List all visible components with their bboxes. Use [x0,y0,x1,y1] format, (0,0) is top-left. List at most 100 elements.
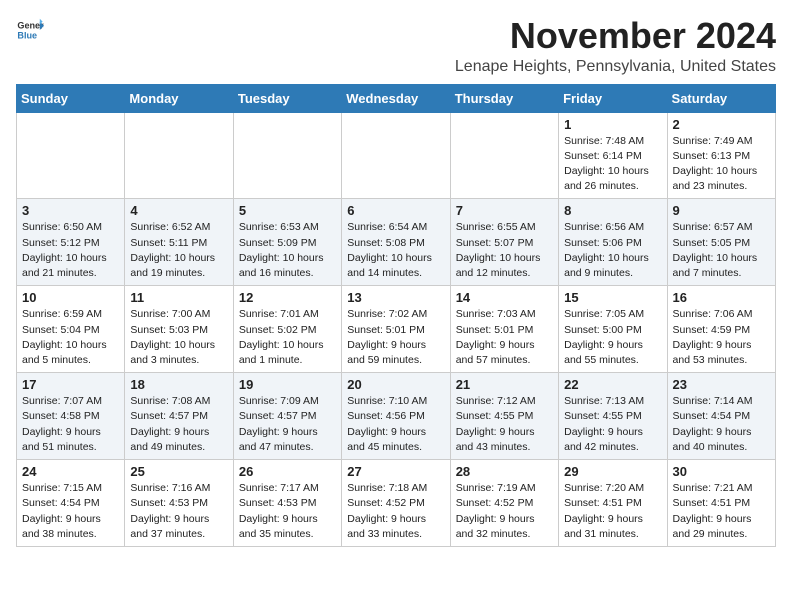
calendar-cell: 10 Sunrise: 6:59 AM Sunset: 5:04 PM Dayli… [17,286,125,373]
day-info: Sunrise: 7:16 AM Sunset: 4:53 PM Dayligh… [130,481,227,542]
day-info: Sunrise: 6:54 AM Sunset: 5:08 PM Dayligh… [347,220,444,281]
week-row-4: 24Sunrise: 7:15 AM Sunset: 4:54 PM Dayli… [17,460,776,547]
day-info: Sunrise: 6:56 AM Sunset: 5:06 PM Dayligh… [564,220,661,281]
day-number: 26 [239,464,336,479]
day-number: 20 [347,377,444,392]
calendar-cell: 18 Sunrise: 7:08 AM Sunset: 4:57 PM Dayli… [125,373,233,460]
header-day-wednesday: Wednesday [342,84,450,112]
calendar-cell: 19 Sunrise: 7:09 AM Sunset: 4:57 PM Dayli… [233,373,341,460]
calendar-title: November 2024 [455,16,776,56]
calendar-cell: 5Sunrise: 6:53 AM Sunset: 5:09 PM Daylig… [233,199,341,286]
day-number: 28 [456,464,553,479]
day-info: Sunrise: 7:06 AM Sunset: 4:59 PM Dayligh… [673,307,770,368]
day-number: 27 [347,464,444,479]
calendar-cell: 6 Sunrise: 6:54 AM Sunset: 5:08 PM Daylig… [342,199,450,286]
day-info: Sunrise: 6:57 AM Sunset: 5:05 PM Dayligh… [673,220,770,281]
calendar-cell: 14Sunrise: 7:03 AM Sunset: 5:01 PM Dayli… [450,286,558,373]
day-number: 17 [22,377,119,392]
header-day-monday: Monday [125,84,233,112]
logo: General Blue [16,16,44,44]
day-number: 6 [347,203,444,218]
calendar-cell [17,112,125,199]
calendar-cell: 26 Sunrise: 7:17 AM Sunset: 4:53 PM Dayli… [233,460,341,547]
calendar-cell: 8 Sunrise: 6:56 AM Sunset: 5:06 PM Daylig… [559,199,667,286]
header-day-sunday: Sunday [17,84,125,112]
calendar-cell: 22 Sunrise: 7:13 AM Sunset: 4:55 PM Dayli… [559,373,667,460]
day-info: Sunrise: 7:05 AM Sunset: 5:00 PM Dayligh… [564,307,661,368]
day-number: 10 [22,290,119,305]
week-row-2: 10 Sunrise: 6:59 AM Sunset: 5:04 PM Dayli… [17,286,776,373]
header-day-thursday: Thursday [450,84,558,112]
day-info: Sunrise: 6:52 AM Sunset: 5:11 PM Dayligh… [130,220,227,281]
calendar-cell: 23 Sunrise: 7:14 AM Sunset: 4:54 PM Dayli… [667,373,775,460]
header-day-saturday: Saturday [667,84,775,112]
header: General Blue November 2024 Lenape Height… [16,16,776,76]
day-number: 8 [564,203,661,218]
day-info: Sunrise: 7:17 AM Sunset: 4:53 PM Dayligh… [239,481,336,542]
day-info: Sunrise: 7:08 AM Sunset: 4:57 PM Dayligh… [130,394,227,455]
day-info: Sunrise: 7:15 AM Sunset: 4:54 PM Dayligh… [22,481,119,542]
calendar-cell [450,112,558,199]
day-info: Sunrise: 7:49 AM Sunset: 6:13 PM Dayligh… [673,134,770,195]
day-number: 19 [239,377,336,392]
day-number: 13 [347,290,444,305]
calendar-cell: 29Sunrise: 7:20 AM Sunset: 4:51 PM Dayli… [559,460,667,547]
title-section: November 2024 Lenape Heights, Pennsylvan… [455,16,776,76]
week-row-1: 3Sunrise: 6:50 AM Sunset: 5:12 PM Daylig… [17,199,776,286]
calendar-cell [125,112,233,199]
calendar-header-row: SundayMondayTuesdayWednesdayThursdayFrid… [17,84,776,112]
calendar-cell: 3Sunrise: 6:50 AM Sunset: 5:12 PM Daylig… [17,199,125,286]
day-number: 7 [456,203,553,218]
calendar-cell: 7 Sunrise: 6:55 AM Sunset: 5:07 PM Daylig… [450,199,558,286]
day-number: 12 [239,290,336,305]
calendar-cell: 17 Sunrise: 7:07 AM Sunset: 4:58 PM Dayli… [17,373,125,460]
calendar-cell: 28 Sunrise: 7:19 AM Sunset: 4:52 PM Dayli… [450,460,558,547]
week-row-0: 1Sunrise: 7:48 AM Sunset: 6:14 PM Daylig… [17,112,776,199]
week-row-3: 17 Sunrise: 7:07 AM Sunset: 4:58 PM Dayli… [17,373,776,460]
calendar-cell: 12Sunrise: 7:01 AM Sunset: 5:02 PM Dayli… [233,286,341,373]
calendar-cell [342,112,450,199]
day-number: 3 [22,203,119,218]
calendar-cell: 20 Sunrise: 7:10 AM Sunset: 4:56 PM Dayli… [342,373,450,460]
day-number: 1 [564,117,661,132]
day-info: Sunrise: 7:14 AM Sunset: 4:54 PM Dayligh… [673,394,770,455]
header-day-tuesday: Tuesday [233,84,341,112]
day-number: 2 [673,117,770,132]
day-number: 22 [564,377,661,392]
day-info: Sunrise: 7:21 AM Sunset: 4:51 PM Dayligh… [673,481,770,542]
calendar-cell: 9Sunrise: 6:57 AM Sunset: 5:05 PM Daylig… [667,199,775,286]
calendar-cell [233,112,341,199]
day-info: Sunrise: 6:55 AM Sunset: 5:07 PM Dayligh… [456,220,553,281]
day-number: 5 [239,203,336,218]
svg-text:Blue: Blue [17,30,37,40]
day-number: 15 [564,290,661,305]
day-number: 30 [673,464,770,479]
calendar-table: SundayMondayTuesdayWednesdayThursdayFrid… [16,84,776,547]
day-info: Sunrise: 6:59 AM Sunset: 5:04 PM Dayligh… [22,307,119,368]
calendar-cell: 15 Sunrise: 7:05 AM Sunset: 5:00 PM Dayli… [559,286,667,373]
header-day-friday: Friday [559,84,667,112]
calendar-cell: 21Sunrise: 7:12 AM Sunset: 4:55 PM Dayli… [450,373,558,460]
day-info: Sunrise: 7:10 AM Sunset: 4:56 PM Dayligh… [347,394,444,455]
day-info: Sunrise: 7:00 AM Sunset: 5:03 PM Dayligh… [130,307,227,368]
calendar-cell: 4Sunrise: 6:52 AM Sunset: 5:11 PM Daylig… [125,199,233,286]
day-number: 23 [673,377,770,392]
calendar-cell: 30 Sunrise: 7:21 AM Sunset: 4:51 PM Dayli… [667,460,775,547]
day-number: 16 [673,290,770,305]
calendar-cell: 13 Sunrise: 7:02 AM Sunset: 5:01 PM Dayli… [342,286,450,373]
day-info: Sunrise: 7:02 AM Sunset: 5:01 PM Dayligh… [347,307,444,368]
logo-icon: General Blue [16,16,44,44]
calendar-cell: 1Sunrise: 7:48 AM Sunset: 6:14 PM Daylig… [559,112,667,199]
day-info: Sunrise: 7:19 AM Sunset: 4:52 PM Dayligh… [456,481,553,542]
calendar-cell: 27Sunrise: 7:18 AM Sunset: 4:52 PM Dayli… [342,460,450,547]
day-info: Sunrise: 7:20 AM Sunset: 4:51 PM Dayligh… [564,481,661,542]
day-info: Sunrise: 7:07 AM Sunset: 4:58 PM Dayligh… [22,394,119,455]
day-number: 18 [130,377,227,392]
calendar-cell: 25 Sunrise: 7:16 AM Sunset: 4:53 PM Dayli… [125,460,233,547]
day-info: Sunrise: 7:13 AM Sunset: 4:55 PM Dayligh… [564,394,661,455]
day-info: Sunrise: 7:09 AM Sunset: 4:57 PM Dayligh… [239,394,336,455]
calendar-subtitle: Lenape Heights, Pennsylvania, United Sta… [455,58,776,76]
day-number: 25 [130,464,227,479]
calendar-cell: 24Sunrise: 7:15 AM Sunset: 4:54 PM Dayli… [17,460,125,547]
calendar-cell: 11Sunrise: 7:00 AM Sunset: 5:03 PM Dayli… [125,286,233,373]
